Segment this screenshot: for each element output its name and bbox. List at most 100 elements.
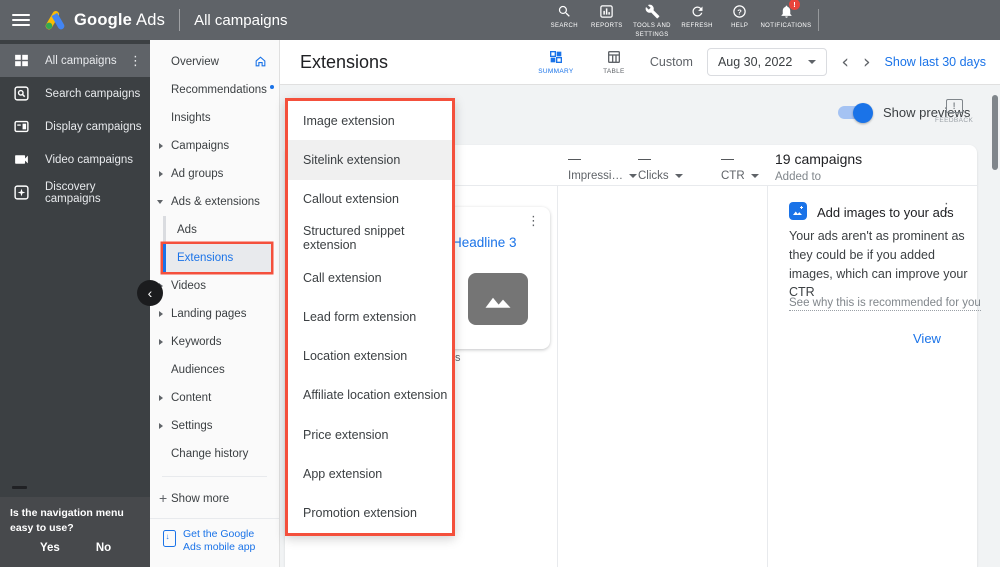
next-date-button[interactable]: › [863,52,871,72]
ctr-sort-button[interactable]: CTR [721,170,759,182]
extension-menu-item[interactable]: Callout extension [288,180,452,219]
extension-menu-item[interactable]: Call extension [288,258,452,297]
grid-icon [15,54,28,67]
sort-arrow-icon [628,174,637,178]
extension-menu-item[interactable]: Lead form extension [288,297,452,336]
recommendation-reason-link[interactable]: See why this is recommended for you [789,297,981,311]
sort-arrow-icon [750,174,759,178]
refresh-button[interactable]: REFRESH [676,4,719,31]
previous-date-button[interactable]: ‹ [841,52,849,72]
search-campaigns-icon [14,86,29,101]
vertical-scrollbar[interactable] [992,95,998,170]
nav-item-landing-pages[interactable]: Landing pages [150,300,279,328]
topbar-actions: SEARCH REPORTS TOOLS AND SETTINGS REFRES… [543,0,811,40]
nav-label: Ad groups [171,168,224,180]
image-placeholder [468,273,528,325]
survey-panel: Is the navigation menu easy to use? Yes … [0,486,150,567]
summary-view-button[interactable]: SUMMARY [534,49,578,75]
help-button[interactable]: ? HELP [718,4,761,31]
nav-item-overview[interactable]: Overview [150,48,279,76]
nav-item-ads-extensions[interactable]: Ads & extensions [150,188,279,216]
ad-card-kebab-icon[interactable]: ⋮ [527,213,540,229]
extension-menu-item[interactable]: Affiliate location extension [288,376,452,415]
nav-item-keywords[interactable]: Keywords [150,328,279,356]
show-more-button[interactable]: + Show more [150,485,279,513]
nav-item-content[interactable]: Content [150,384,279,412]
survey-no-button[interactable]: No [96,542,111,554]
clicks-value: — [638,151,651,166]
page-header: Extensions SUMMARY TABLE Custom Aug 30, … [280,40,1000,85]
extension-menu-item[interactable]: Price extension [288,415,452,454]
impressions-sort-button[interactable]: Impressi… [568,170,637,182]
campaigns-label: Added to [775,171,822,183]
nav-item-extensions[interactable]: Extensions [163,244,271,272]
sidebar-item-display-campaigns[interactable]: Display campaigns [0,110,150,143]
extension-menu-item[interactable]: Sitelink extension [288,140,452,180]
extension-menu-item-label: App extension [303,467,383,482]
mobile-app-link-label: Get the Google Ads mobile app [183,527,256,554]
nav-item-audiences[interactable]: Audiences [150,356,279,384]
menu-icon[interactable] [12,14,30,26]
page-title: Extensions [300,51,389,72]
extension-menu-item-label: Image extension [303,113,395,128]
reports-button[interactable]: REPORTS [586,4,629,31]
table-view-button[interactable]: TABLE [592,49,636,75]
nav-item-settings[interactable]: Settings [150,412,279,440]
nav-item-campaigns[interactable]: Campaigns [150,132,279,160]
nav-item-change-history[interactable]: Change history [150,440,279,468]
sidebar-item-video-campaigns[interactable]: Video campaigns [0,143,150,176]
recommendation-kebab-icon[interactable]: ⋮ [940,200,953,216]
extension-menu-item[interactable]: Promotion extension [288,494,452,533]
date-range-select[interactable]: Aug 30, 2022 [706,48,828,76]
chevron-left-icon: ‹ [147,285,153,301]
recommendations-dot-icon [269,85,274,89]
recommendation-view-button[interactable]: View [913,331,941,346]
nav-label: Campaigns [171,140,230,152]
extension-menu-item[interactable]: App extension [288,454,452,493]
google-ads-logo: Google Ads [44,10,165,30]
chevron-right-icon [159,311,163,317]
nav-item-ad-groups[interactable]: Ad groups [150,160,279,188]
extension-menu-item[interactable]: Structured snippet extension [288,219,452,258]
show-last-30-days-link[interactable]: Show last 30 days [885,55,986,69]
clicks-sort-button[interactable]: Clicks [638,170,683,182]
nav-label: Insights [171,112,211,124]
notifications-button[interactable]: NOTIFICATIONS ! [760,0,811,31]
nav-divider [162,476,267,477]
google-ads-logo-icon [45,11,65,30]
feedback-button[interactable]: ! FEEDBACK [935,99,973,124]
sidebar-item-label: Discovery campaigns [45,180,101,205]
nav-item-ads[interactable]: Ads [163,216,279,244]
survey-minimize-icon[interactable] [12,486,27,489]
survey-yes-button[interactable]: Yes [40,542,60,554]
sidebar-item-discovery-campaigns[interactable]: Discovery campaigns [0,176,150,209]
chevron-right-icon [159,171,163,177]
topbar-page-title: All campaigns [194,11,288,29]
extension-menu-item-label: Price extension [303,427,389,442]
nav-item-recommendations[interactable]: Recommendations [150,76,279,104]
nav-item-videos[interactable]: Videos [150,272,279,300]
tools-and-settings-button[interactable]: TOOLS AND SETTINGS [628,4,676,40]
nav-item-insights[interactable]: Insights [150,104,279,132]
all-campaigns-kebab-icon[interactable]: ⋮ [129,53,142,69]
sidebar-item-search-campaigns[interactable]: Search campaigns [0,77,150,110]
nav-label: Landing pages [171,308,247,320]
display-campaigns-icon [14,120,29,133]
sidebar-item-all-campaigns[interactable]: All campaigns ⋮ [0,44,150,77]
topbar-divider-right [818,9,819,31]
metric-impressions: — Impressi… [568,151,637,182]
get-mobile-app-link[interactable]: Get the GoogleAds mobile app [150,517,279,567]
extension-menu-item[interactable]: Image extension [288,101,452,140]
search-button[interactable]: SEARCH [543,4,586,31]
recommendation-title: Add images to your ads [817,205,954,220]
svg-text:?: ? [737,7,742,16]
extension-menu-item[interactable]: Location extension [288,337,452,376]
nav-label: Content [171,392,212,404]
sort-arrow-icon [674,174,683,178]
collapse-nav-button[interactable]: ‹ [137,280,163,306]
clipped-text-fragment: s [455,352,461,364]
show-previews-toggle[interactable] [838,102,873,123]
ad-headline: Headline 3 [452,235,517,250]
search-icon [558,5,570,17]
nav-label: Keywords [171,336,222,348]
